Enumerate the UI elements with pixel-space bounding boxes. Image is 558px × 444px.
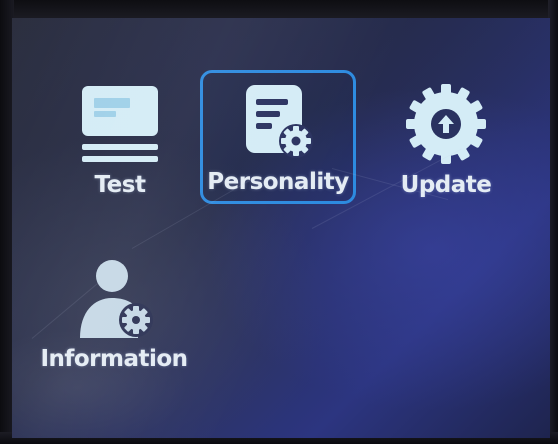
menu-item-information[interactable]: Information [36,250,192,384]
menu-item-personality[interactable]: Personality [200,70,356,204]
menu-item-update[interactable]: Update [368,76,524,210]
device-photo: Test Personality Update Information [0,0,558,444]
document-settings-icon [228,73,328,169]
menu-item-label: Information [40,346,188,372]
device-bezel-top [0,0,558,20]
menu-item-test[interactable]: Test [42,76,198,210]
touchscreen: Test Personality Update Information [12,18,550,438]
menu-item-label: Update [400,172,492,198]
card-reader-icon [70,76,170,172]
menu-item-label: Test [94,172,146,198]
